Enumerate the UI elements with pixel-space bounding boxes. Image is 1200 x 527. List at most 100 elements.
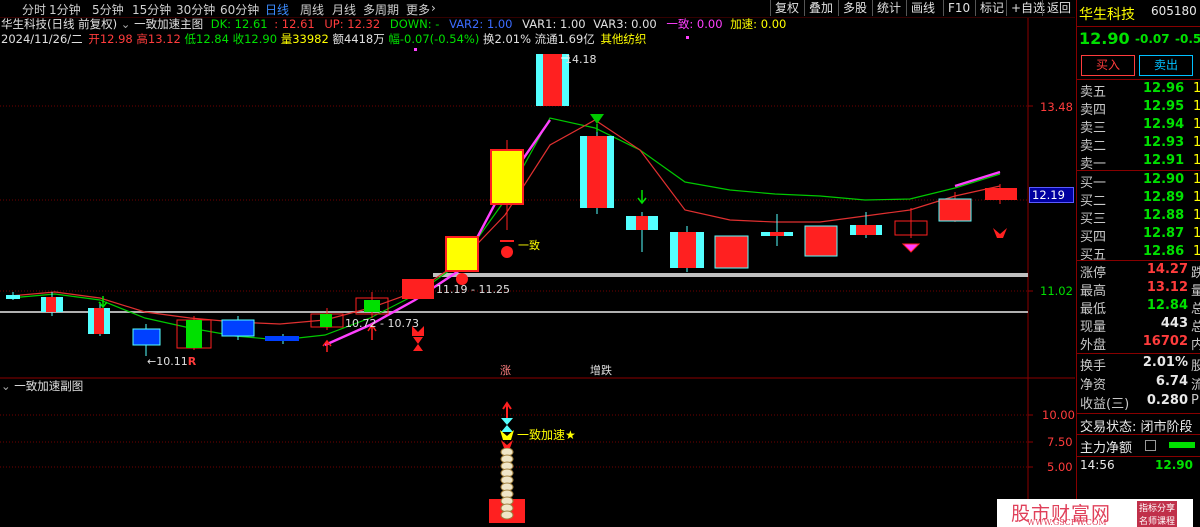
toolbar-button[interactable]: 叠加 xyxy=(804,0,837,16)
toolbar-button[interactable]: 返回 xyxy=(1042,0,1075,16)
bid-level[interactable]: 买一 12.90 1 xyxy=(1077,172,1200,191)
toolbar-button[interactable]: 复权 xyxy=(770,0,803,16)
level-label: 卖五 xyxy=(1080,85,1107,100)
stat-row: 净资 6.74 流 xyxy=(1077,374,1200,393)
ask-level[interactable]: 卖三 12.94 1 xyxy=(1077,117,1200,136)
candle-down xyxy=(222,320,254,336)
turn-label: 换 xyxy=(482,32,495,46)
tab-period[interactable]: 30分钟 xyxy=(176,1,215,18)
level-volume: 1 xyxy=(1193,99,1200,114)
industry-label[interactable]: 其他纺织 xyxy=(600,32,646,46)
stat-row: 最低 12.84 总 xyxy=(1077,298,1200,317)
high-label: 高 xyxy=(136,32,148,46)
stat-label: 涨停 xyxy=(1080,266,1107,281)
level-price: 12.86 xyxy=(1143,244,1185,259)
toolbar-button[interactable]: 统计 xyxy=(872,0,905,16)
level-label: 买一 xyxy=(1080,176,1107,191)
toolbar-button[interactable]: F10 xyxy=(943,0,974,16)
signal-dot-icon xyxy=(501,246,513,258)
tab-period[interactable]: 1分钟 xyxy=(49,1,81,18)
main-net-label: 主力净额 xyxy=(1080,441,1133,456)
indicator-name[interactable]: 一致加速主图 xyxy=(134,17,203,31)
tab-period[interactable]: 5分钟 xyxy=(92,1,124,18)
stock-period-label: 华生科技(日线 前复权) xyxy=(1,17,118,31)
tab-period[interactable]: 日线 xyxy=(265,1,289,18)
butterfly-icon xyxy=(993,228,1007,238)
sub-axis-label: 10.00 xyxy=(1042,408,1075,422)
chevron-down-icon[interactable]: ⌄ xyxy=(1,379,11,393)
stock-code: 605180 xyxy=(1151,4,1197,18)
dk2-value: : 12.61 xyxy=(274,17,315,31)
range-label: 11.19 - 11.25 xyxy=(436,283,510,296)
ask-level[interactable]: 卖二 12.93 1 xyxy=(1077,135,1200,154)
stat-suffix: 总 xyxy=(1191,320,1200,335)
low-value: 10.11 xyxy=(156,355,188,368)
stat-row: 收益(三) 0.280 P xyxy=(1077,393,1200,412)
pct-change: -0.5 xyxy=(1175,32,1200,46)
sub-chart xyxy=(489,401,525,523)
sub-chart-title: ⌄ 一致加速副图 xyxy=(1,379,83,394)
ask-level[interactable]: 卖五 12.96 1 xyxy=(1077,81,1200,100)
stat-value: 16702 xyxy=(1142,334,1188,349)
toolbar-button[interactable]: 多股 xyxy=(838,0,871,16)
coin-stack xyxy=(500,447,514,520)
stock-name: 华生科技 xyxy=(1079,7,1135,23)
tab-period[interactable]: 分时 xyxy=(22,1,46,18)
stat-suffix: 股 xyxy=(1191,359,1200,374)
stat-value: 14.27 xyxy=(1146,262,1188,277)
bid-level[interactable]: 买三 12.88 1 xyxy=(1077,208,1200,227)
zengdie-label: 增跌 xyxy=(590,364,612,377)
main-net-row: 主力净额 xyxy=(1077,437,1200,456)
chg-label: 幅 xyxy=(388,32,400,46)
coin-icon xyxy=(500,510,514,520)
tab-period[interactable]: 60分钟 xyxy=(220,1,259,18)
vol-value: 33982 xyxy=(292,32,329,46)
low-tag: R xyxy=(187,355,197,368)
level-volume: 1 xyxy=(1193,190,1200,205)
watermark-url: WWW.GSCFW.COM xyxy=(1027,518,1107,527)
chevron-down-icon[interactable]: ⌄ xyxy=(121,17,131,31)
tab-period[interactable]: 多周期 xyxy=(363,1,399,18)
close-label: 收 xyxy=(232,32,245,46)
stat-label: 收益(三) xyxy=(1080,397,1130,412)
toolbar-button[interactable]: 画线 xyxy=(906,0,939,16)
ask-level[interactable]: 卖四 12.95 1 xyxy=(1077,99,1200,118)
last-price: 12.90 xyxy=(1079,29,1130,48)
level-label: 买三 xyxy=(1080,212,1107,227)
vol-label: 量 xyxy=(280,32,293,46)
level-volume: 1 xyxy=(1193,117,1200,132)
float-value: 1.69亿 xyxy=(557,32,595,46)
grid-icon[interactable] xyxy=(1145,440,1156,451)
chevron-right-icon[interactable]: › xyxy=(431,1,436,15)
bid-level[interactable]: 买四 12.87 1 xyxy=(1077,226,1200,245)
level-volume: 1 xyxy=(1193,244,1200,259)
sub-indicator-name[interactable]: 一致加速副图 xyxy=(14,379,83,393)
butterfly-icon xyxy=(501,440,513,448)
hourglass-icon xyxy=(501,418,513,432)
bid-level[interactable]: 买二 12.89 1 xyxy=(1077,190,1200,209)
open-label: 开 xyxy=(88,32,100,46)
stat-label: 外盘 xyxy=(1080,338,1107,353)
var3-value: VAR3: 0.00 xyxy=(593,17,657,31)
dk-value: DK: 12.61 xyxy=(210,17,268,31)
level-volume: 1 xyxy=(1193,153,1200,168)
stat-row: 最高 13.12 量 xyxy=(1077,280,1200,299)
buy-button[interactable]: 买入 xyxy=(1081,55,1135,76)
tab-period[interactable]: 15分钟 xyxy=(132,1,171,18)
price-axis-label: 11.02 xyxy=(1040,284,1073,298)
tab-period[interactable]: 周线 xyxy=(300,1,324,18)
amt-label: 额 xyxy=(332,32,344,46)
kline-chart[interactable] xyxy=(0,0,1075,527)
sell-button[interactable]: 卖出 xyxy=(1139,55,1193,76)
toolbar-button[interactable]: 标记 xyxy=(975,0,1008,16)
tab-period[interactable]: 月线 xyxy=(332,1,356,18)
stat-row: 换手 2.01% 股 xyxy=(1077,355,1200,374)
stat-suffix: 量 xyxy=(1191,284,1200,299)
close-value: 12.90 xyxy=(244,32,278,46)
level-price: 12.89 xyxy=(1143,190,1185,205)
amt-value: 4418万 xyxy=(343,32,385,46)
tab-period[interactable]: 更多 xyxy=(406,1,430,18)
stat-label: 换手 xyxy=(1080,359,1107,374)
level-label: 买二 xyxy=(1080,194,1107,209)
stat-value: 443 xyxy=(1160,316,1188,331)
